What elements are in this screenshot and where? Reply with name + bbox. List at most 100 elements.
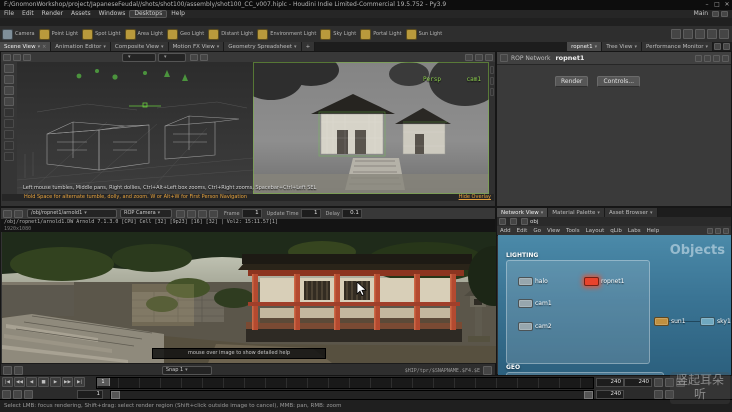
key-tool-icon[interactable] — [4, 141, 14, 150]
shelf-tool-geo-light[interactable]: Geo Light — [167, 26, 204, 42]
view-option-icon[interactable] — [490, 77, 494, 85]
new-pane-tab-button[interactable]: + — [301, 42, 316, 51]
shelf-tool-camera[interactable]: Camera — [2, 26, 35, 42]
net-toolbar-icon[interactable] — [723, 227, 729, 234]
view-persp-icon[interactable] — [465, 53, 473, 61]
prev-frame-button[interactable]: ◀ — [26, 377, 37, 387]
shelf-extra-icon[interactable] — [671, 29, 681, 39]
viewport-layout-select[interactable]: ▾ — [122, 52, 156, 62]
playbar-options-icon[interactable] — [654, 378, 663, 387]
net-menu-help[interactable]: Help — [644, 228, 663, 234]
desktop-menu-icon[interactable] — [712, 11, 719, 17]
net-menu-edit[interactable]: Edit — [514, 228, 531, 234]
gamma-icon[interactable] — [198, 209, 207, 218]
next-key-button[interactable]: ▶▶ — [62, 377, 73, 387]
menu-render[interactable]: Render — [38, 10, 67, 18]
close-icon[interactable]: × — [42, 44, 46, 50]
shelf-tool-sky-light[interactable]: Sky Light — [320, 26, 356, 42]
region-icon[interactable] — [209, 209, 218, 218]
range-start-field[interactable]: 1 — [77, 389, 103, 399]
pane-tab-material-palette[interactable]: Material Palette ▾ — [548, 208, 605, 217]
rotate-tool-icon[interactable] — [4, 86, 14, 95]
layout-menu-icon[interactable] — [721, 11, 728, 17]
pane-tab-scene-view[interactable]: Scene View ▾ × — [0, 42, 52, 51]
desktop-selector[interactable]: Main — [690, 10, 712, 18]
pane-tab-ropnet1[interactable]: ropnet1 ▾ — [567, 42, 603, 51]
menu-edit[interactable]: Edit — [18, 10, 38, 18]
shelf-tool-distant-light[interactable]: Distant Light — [208, 26, 253, 42]
range-lock-icon[interactable] — [2, 389, 11, 399]
scale-tool-icon[interactable] — [4, 97, 14, 106]
shelf-tool-area-light[interactable]: Area Light — [124, 26, 163, 42]
net-menu-qlib[interactable]: qLib — [607, 228, 625, 234]
maximize-button[interactable]: □ — [712, 0, 722, 10]
jump-end-button[interactable]: ▶| — [74, 377, 85, 387]
end-frame-field-2[interactable]: 240 — [624, 378, 652, 387]
node-cam1[interactable]: cam1 — [518, 299, 552, 308]
shelf-tool-portal-light[interactable]: Portal Light — [360, 26, 402, 42]
pane-tab-performance-monitor[interactable]: Performance Monitor ▾ — [641, 42, 713, 51]
shelf-tool-sun-light[interactable]: Sun Light — [405, 26, 442, 42]
forward-icon[interactable] — [510, 218, 517, 225]
help-icon[interactable] — [722, 54, 729, 62]
lighting-network-box[interactable] — [506, 260, 650, 364]
net-toolbar-icon[interactable] — [715, 227, 721, 234]
node-name-field[interactable]: ropnet1 — [555, 54, 584, 62]
view-option-icon[interactable] — [490, 66, 494, 74]
snapshot-load-icon[interactable] — [14, 366, 23, 375]
select-tool-icon[interactable] — [4, 64, 14, 73]
viewport-right-cam1[interactable]: Persp cam1 — [253, 62, 489, 194]
shelf-extra-icon[interactable] — [707, 29, 717, 39]
view-tool-icon[interactable] — [4, 130, 14, 139]
node-ropnet1[interactable]: ropnet1 — [584, 277, 624, 286]
lighting-box-label[interactable]: LIGHTING — [506, 252, 538, 259]
net-menu-tools[interactable]: Tools — [563, 228, 583, 234]
view-option-icon[interactable] — [490, 88, 494, 96]
pane-tab-composite-view[interactable]: Composite View ▾ — [110, 42, 169, 51]
range-start-handle[interactable] — [111, 391, 120, 399]
shelf-tool-spot-light[interactable]: Spot Light — [82, 26, 121, 42]
prev-key-button[interactable]: ◀◀ — [14, 377, 25, 387]
menu-desktops[interactable]: Desktops — [129, 10, 168, 18]
jump-start-button[interactable]: |◀ — [2, 377, 13, 387]
minimize-button[interactable]: – — [702, 0, 712, 10]
grid-snap-icon[interactable] — [13, 53, 21, 61]
point-snap-icon[interactable] — [23, 53, 31, 61]
shelf-extra-icon[interactable] — [683, 29, 693, 39]
update-time-field[interactable]: 1 — [300, 209, 321, 218]
snapshot-save-icon[interactable] — [3, 366, 12, 375]
flipbook-icon[interactable] — [654, 390, 663, 399]
camera-select[interactable]: ROP Camera ▾ — [120, 209, 172, 218]
timeline-ruler[interactable]: 1 — [96, 377, 594, 389]
net-menu-layout[interactable]: Layout — [583, 228, 608, 234]
snap-icon[interactable] — [3, 53, 11, 61]
shelf-extra-icon[interactable] — [695, 29, 705, 39]
snapshot-select[interactable]: Snap 1 ▾ — [161, 366, 212, 375]
net-toolbar-icon[interactable] — [707, 227, 713, 234]
range-end-handle[interactable] — [584, 391, 593, 399]
playhead[interactable]: 1 — [97, 378, 110, 386]
render-stop-icon[interactable] — [14, 209, 23, 218]
aov-icon[interactable] — [187, 209, 196, 218]
translate-tool-icon[interactable] — [4, 75, 14, 84]
node-cam2[interactable]: cam2 — [518, 322, 552, 331]
range-options-icon[interactable] — [13, 389, 22, 399]
node-sun1[interactable]: sun1 — [654, 317, 686, 326]
keyframe-icon[interactable] — [24, 389, 33, 399]
menu-help[interactable]: Help — [167, 10, 189, 18]
render-start-icon[interactable] — [3, 209, 12, 218]
play-button[interactable]: ▶ — [50, 377, 61, 387]
geo-box-label[interactable]: GEO — [506, 364, 520, 371]
shelf-tool-environment-light[interactable]: Environment Light — [257, 26, 316, 42]
render-button[interactable]: Render — [555, 76, 589, 87]
handle-tool-icon[interactable] — [4, 108, 14, 117]
shelf-tool-point-light[interactable]: Point Light — [38, 26, 78, 42]
node-sky1[interactable]: sky1 — [700, 317, 731, 326]
pane-split-icon[interactable] — [714, 43, 721, 50]
rendered-image[interactable]: mouse over image to show detailed help — [2, 232, 496, 363]
pin-icon[interactable] — [695, 54, 702, 62]
node-halo[interactable]: halo — [518, 277, 548, 286]
frame-field[interactable]: 1 — [241, 209, 262, 218]
snapshot-tool-icon[interactable] — [4, 152, 14, 161]
pane-tab-motion-fx-view[interactable]: Motion FX View ▾ — [168, 42, 225, 51]
